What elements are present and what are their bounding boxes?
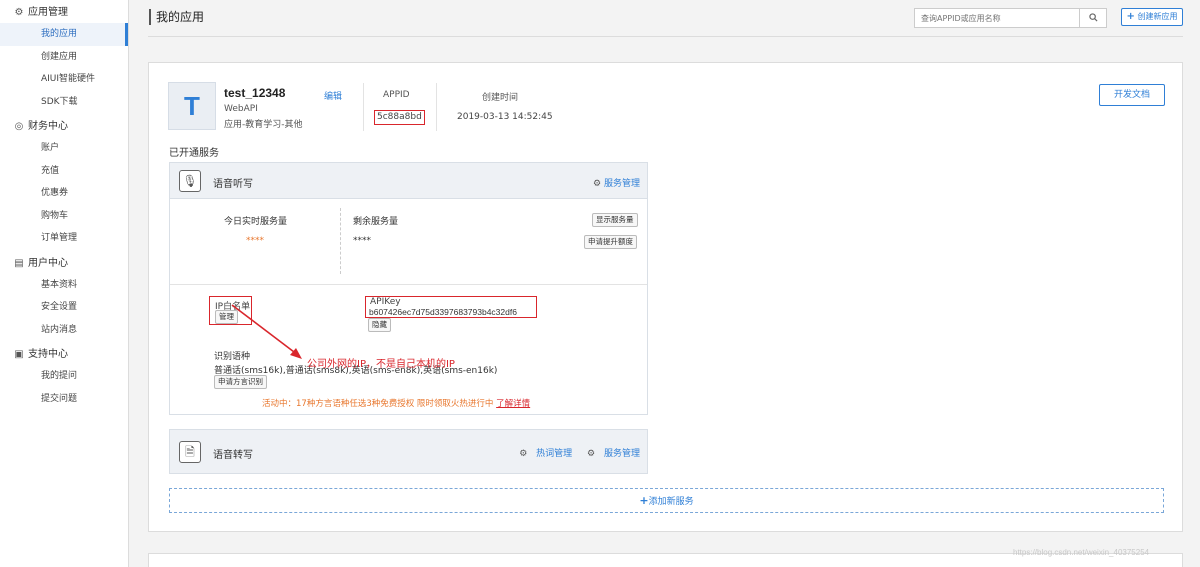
sidebar-item-create-app[interactable]: 创建应用 — [0, 46, 128, 69]
app-type: WebAPI — [224, 104, 258, 114]
gear-icon: ⚙ — [14, 7, 24, 18]
sidebar-item-coupons[interactable]: 优惠券 — [0, 182, 128, 205]
apikey-box: APIKey b607426ec7d75d3397683793b4c32df6 — [365, 296, 537, 318]
create-app-label: 创建新应用 — [1137, 12, 1178, 21]
support-icon: ▣ — [14, 349, 24, 360]
service-panel-transcription: 🗎 语音转写 ⚙ 热词管理 ⚙ 服务管理 — [169, 429, 648, 474]
search-box — [914, 8, 1107, 28]
watermark: https://blog.csdn.net/weixin_40375254 — [1013, 548, 1150, 557]
today-quota-value: **** — [246, 236, 264, 246]
created-time-value: 2019-03-13 14:52:45 — [457, 112, 553, 122]
apikey-value: b607426ec7d75d3397683793b4c32df6 — [369, 307, 517, 317]
promo-link[interactable]: 了解详情 — [496, 399, 530, 409]
sidebar-head-label: 财务中心 — [28, 121, 68, 132]
sidebar-item-security[interactable]: 安全设置 — [0, 296, 128, 319]
annotation-text: 公司外网的IP，不是自己本机的IP — [307, 359, 455, 370]
sidebar-head-label: 支持中心 — [28, 349, 68, 360]
app-card: T test_12348 WebAPI 应用-教育学习-其他 编辑 APPID … — [148, 62, 1183, 532]
sidebar-head-user[interactable]: ▤ 用户中心 — [0, 254, 128, 274]
service-manage-link[interactable]: ⚙ 服务管理 — [581, 449, 640, 459]
service-header: 🎙 语音听写 ⚙ 服务管理 — [170, 163, 647, 199]
divider — [436, 83, 437, 131]
sidebar: ⚙ 应用管理 我的应用 创建应用 AIUI智能硬件 SDK下载 ◎ 财务中心 账户 … — [0, 0, 129, 567]
app-avatar: T — [168, 82, 216, 130]
create-app-button[interactable]: + 创建新应用 — [1121, 8, 1183, 26]
header-divider — [148, 36, 1183, 37]
hide-apikey-button[interactable]: 隐藏 — [368, 318, 391, 332]
app-category: 应用-教育学习-其他 — [224, 120, 303, 130]
apply-dialect-button[interactable]: 申请方言识别 — [214, 375, 267, 389]
sidebar-item-cart[interactable]: 购物车 — [0, 205, 128, 228]
hotword-manage-link[interactable]: ⚙ 热词管理 — [513, 449, 572, 459]
service-panel-dictation: 🎙 语音听写 ⚙ 服务管理 今日实时服务量 **** 剩余服务量 **** 显示… — [169, 162, 648, 415]
promo-banner: 活动中：17种方言语种任选3种免费授权 限时领取火热进行中 了解详情 — [262, 397, 530, 409]
sidebar-item-sdk-download[interactable]: SDK下载 — [0, 91, 128, 114]
service-manage-label: 服务管理 — [603, 449, 640, 459]
divider — [363, 83, 364, 131]
service-manage-link[interactable]: ⚙ 服务管理 — [593, 176, 640, 189]
service-title: 语音转写 — [213, 450, 253, 461]
divider — [170, 284, 647, 285]
sidebar-head-app[interactable]: ⚙ 应用管理 — [0, 3, 128, 23]
user-card-icon: ▤ — [14, 257, 24, 269]
sidebar-head-label: 应用管理 — [28, 7, 68, 18]
search-button[interactable] — [1079, 9, 1106, 27]
gear-icon: ⚙ — [519, 449, 528, 459]
appid-value: 5c88a8bd — [374, 110, 425, 125]
sidebar-item-profile[interactable]: 基本资料 — [0, 274, 128, 297]
sidebar-item-submit-question[interactable]: 提交问题 — [0, 388, 128, 411]
created-time-label: 创建时间 — [482, 93, 519, 103]
apikey-label: APIKey — [370, 297, 401, 307]
sidebar-head-label: 用户中心 — [28, 257, 68, 269]
microphone-icon: 🎙 — [179, 170, 201, 192]
sidebar-item-account[interactable]: 账户 — [0, 137, 128, 160]
dashed-divider — [340, 208, 341, 274]
raise-quota-button[interactable]: 申请提升额度 — [584, 235, 637, 249]
service-links: ⚙ 热词管理 ⚙ 服务管理 — [507, 446, 640, 459]
sidebar-group-user: ▤ 用户中心 基本资料 安全设置 站内消息 — [0, 254, 128, 342]
sidebar-item-messages[interactable]: 站内消息 — [0, 319, 128, 342]
sidebar-item-my-apps[interactable]: 我的应用 — [0, 23, 128, 46]
sidebar-item-recharge[interactable]: 充值 — [0, 160, 128, 183]
show-quota-button[interactable]: 显示服务量 — [592, 213, 638, 227]
finance-icon: ◎ — [14, 121, 24, 132]
service-manage-label: 服务管理 — [603, 179, 640, 189]
sidebar-group-finance: ◎ 财务中心 账户 充值 优惠券 购物车 订单管理 — [0, 117, 128, 250]
sidebar-item-orders[interactable]: 订单管理 — [0, 227, 128, 250]
promo-text: 活动中：17种方言语种任选3种免费授权 限时领取火热进行中 — [262, 399, 494, 409]
sidebar-item-aiui-hardware[interactable]: AIUI智能硬件 — [0, 68, 128, 91]
add-service-label: 添加新服务 — [648, 497, 694, 507]
language-label: 识别语种 — [214, 352, 251, 362]
remaining-quota-label: 剩余服务量 — [353, 217, 399, 227]
plus-icon: + — [1126, 11, 1135, 22]
add-service-button[interactable]: +添加新服务 — [169, 488, 1164, 513]
plus-icon: + — [639, 494, 649, 507]
gear-icon: ⚙ — [593, 179, 602, 189]
edit-link[interactable]: 编辑 — [324, 89, 342, 102]
transcription-icon: 🗎 — [179, 441, 201, 463]
sidebar-head-finance[interactable]: ◎ 财务中心 — [0, 117, 128, 137]
sidebar-group-app: ⚙ 应用管理 我的应用 创建应用 AIUI智能硬件 SDK下载 — [0, 3, 128, 113]
appid-label: APPID — [383, 90, 410, 100]
sidebar-head-support[interactable]: ▣ 支持中心 — [0, 345, 128, 365]
today-quota-label: 今日实时服务量 — [224, 217, 288, 227]
sidebar-item-my-questions[interactable]: 我的提问 — [0, 365, 128, 388]
app-name: test_12348 — [224, 86, 286, 100]
topbar: 我的应用 + 创建新应用 — [129, 0, 1200, 36]
search-input[interactable] — [915, 9, 1079, 27]
remaining-quota-value: **** — [353, 236, 371, 246]
opened-services-label: 已开通服务 — [169, 148, 219, 159]
gear-icon: ⚙ — [587, 449, 596, 459]
service-title: 语音听写 — [213, 179, 253, 190]
hotword-manage-label: 热词管理 — [536, 449, 573, 459]
search-icon — [1088, 13, 1098, 22]
page-title: 我的应用 — [149, 9, 204, 25]
sidebar-group-support: ▣ 支持中心 我的提问 提交问题 — [0, 345, 128, 410]
dev-doc-button[interactable]: 开发文档 — [1099, 84, 1165, 106]
